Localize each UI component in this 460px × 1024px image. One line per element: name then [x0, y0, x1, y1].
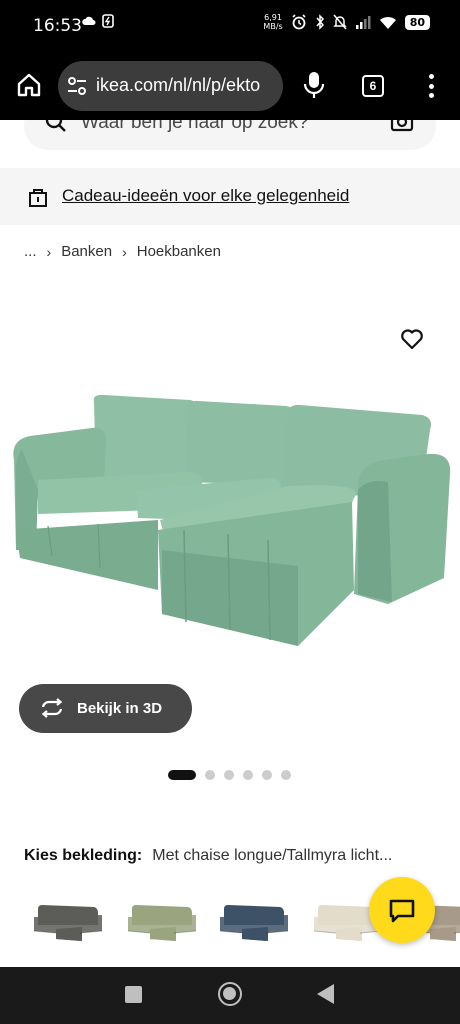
home-icon[interactable] — [14, 70, 44, 100]
gallery-pagination — [168, 770, 291, 780]
cover-swatch-dark-blue[interactable] — [216, 895, 292, 951]
search-area: Waar ben je naar op zoek? — [0, 120, 460, 160]
browser-toolbar: ikea.com/nl/nl/p/ekto 6 — [0, 52, 460, 120]
app-notification-icon — [102, 14, 114, 28]
mute-icon — [332, 14, 347, 30]
cover-selector[interactable]: Kies bekleding: Met chaise longue/Tallmyr… — [24, 847, 444, 865]
search-icon — [45, 120, 66, 132]
url-text[interactable]: ikea.com/nl/nl/p/ekto — [96, 75, 276, 96]
status-bar: 16:53 6,91 MB/s 80 — [0, 0, 460, 52]
status-time: 16:53 — [33, 16, 82, 36]
chevron-right-icon: › — [122, 243, 127, 260]
gallery-dot[interactable] — [281, 770, 291, 780]
tab-switcher-button[interactable]: 6 — [362, 75, 384, 97]
overflow-menu-icon[interactable] — [428, 74, 434, 98]
rotate-3d-icon — [41, 698, 63, 718]
chevron-right-icon: › — [46, 243, 52, 260]
breadcrumb-item-banken[interactable]: Banken — [61, 243, 112, 260]
wifi-icon — [379, 16, 396, 29]
recents-button[interactable] — [125, 986, 142, 1003]
view-in-3d-button[interactable]: Bekijk in 3D — [19, 684, 192, 733]
address-bar[interactable]: ikea.com/nl/nl/p/ekto — [58, 61, 283, 111]
view-in-3d-label: Bekijk in 3D — [77, 700, 163, 717]
gallery-dot[interactable] — [243, 770, 253, 780]
battery-indicator: 80 — [404, 14, 430, 30]
product-image[interactable] — [8, 390, 454, 652]
promo-link[interactable]: Cadeau-ideeën voor elke gelegenheid — [62, 186, 349, 206]
sofa-illustration — [13, 394, 451, 646]
back-button[interactable] — [317, 984, 334, 1004]
system-navigation-bar — [0, 967, 460, 1024]
cover-swatch-sage-green[interactable] — [124, 895, 200, 951]
gift-icon — [29, 189, 47, 207]
cover-value: Met chaise longue/Tallmyra licht... — [152, 847, 393, 864]
camera-icon[interactable] — [390, 120, 414, 133]
site-settings-icon[interactable] — [66, 76, 88, 96]
breadcrumb-item-hoekbanken[interactable]: Hoekbanken — [137, 243, 221, 260]
search-input[interactable]: Waar ben je naar op zoek? — [24, 120, 436, 150]
home-button[interactable] — [218, 982, 242, 1006]
gallery-dot[interactable] — [262, 770, 272, 780]
microphone-icon[interactable] — [302, 70, 326, 100]
chat-button[interactable] — [369, 877, 435, 943]
net-speed: 6,91 MB/s — [263, 13, 283, 31]
gallery-dot[interactable] — [224, 770, 234, 780]
gallery-dot[interactable] — [168, 770, 196, 780]
search-placeholder: Waar ben je naar op zoek? — [81, 120, 309, 133]
cover-swatch-dark-grey[interactable] — [30, 895, 106, 951]
status-right-icons: 6,91 MB/s 80 — [263, 13, 430, 31]
chat-icon — [389, 899, 415, 923]
cloud-icon — [82, 16, 96, 25]
bluetooth-icon — [316, 14, 324, 30]
breadcrumb-item-more[interactable]: ... — [24, 243, 37, 260]
promo-banner[interactable]: Cadeau-ideeën voor elke gelegenheid — [0, 168, 460, 225]
heart-icon[interactable] — [400, 327, 424, 351]
status-left-icons — [82, 14, 114, 28]
alarm-icon — [292, 14, 306, 30]
gallery-dot[interactable] — [205, 770, 215, 780]
breadcrumb: ... › Banken › Hoekbanken — [24, 243, 221, 260]
cover-label: Kies bekleding: — [24, 847, 143, 864]
signal-icon — [355, 16, 371, 29]
